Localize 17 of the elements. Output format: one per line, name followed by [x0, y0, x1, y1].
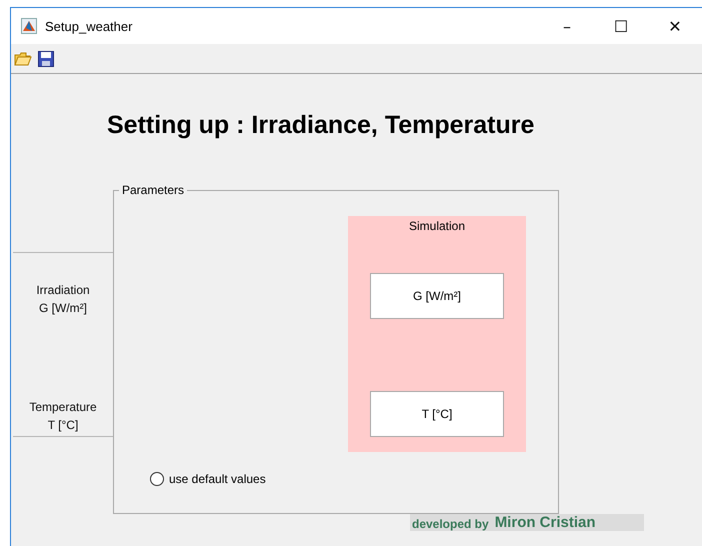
panel-title: Parameters: [119, 183, 188, 197]
app-icon: [21, 18, 37, 34]
folder-icon[interactable]: [14, 50, 32, 66]
input-field[interactable]: T [°C]: [370, 391, 504, 437]
panel-title: Simulation: [408, 219, 466, 233]
maximize-button[interactable]: ☐: [594, 11, 648, 41]
author-name: Miron Cristian: [494, 515, 596, 531]
parameter-label: Temperature T [°C]: [29, 399, 97, 434]
default-values-radio[interactable]: use default values: [150, 472, 266, 486]
window-title: Setup_weather: [45, 18, 132, 34]
credit-text: developed by: [412, 517, 489, 531]
input-field[interactable]: G [W/m²]: [370, 273, 504, 319]
save-icon[interactable]: [38, 50, 54, 66]
minimize-button[interactable]: –: [540, 11, 594, 41]
close-button[interactable]: ✕: [648, 11, 702, 41]
heading: Setting up : Irradiance, Temperature: [107, 111, 536, 140]
parameter-label: Irradiation G [W/m²]: [36, 282, 90, 317]
